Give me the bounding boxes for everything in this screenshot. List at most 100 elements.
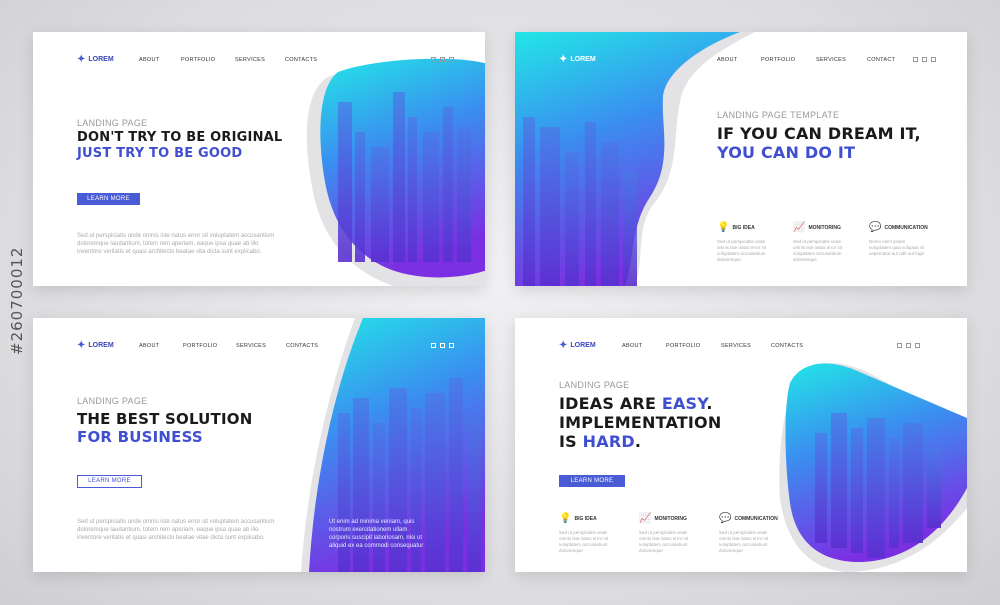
social-square-icon[interactable] [431, 343, 436, 348]
social-square-icon[interactable] [922, 57, 927, 62]
feature-title: BIG IDEA [732, 224, 755, 231]
nav-services[interactable]: SERVICES [235, 57, 285, 63]
social-square-icon[interactable] [915, 343, 920, 348]
nav-about[interactable]: ABOUT [622, 343, 666, 349]
logo-text: LOREM [570, 342, 596, 349]
nav-contacts[interactable]: CONTACTS [286, 343, 318, 349]
headline-line-2: JUST TRY TO BE GOOD [77, 145, 243, 161]
landing-card-1: ✦ LOREM ABOUT PORTFOLIO SERVICES CONTACTS… [33, 32, 485, 286]
headline-highlight: HARD [582, 432, 635, 452]
headline-text: . [634, 432, 642, 452]
headline-line-1: IF YOU CAN DREAM IT, [717, 124, 921, 143]
communication-icon: 💬 [719, 513, 732, 525]
eyebrow-text: LANDING PAGE [559, 380, 630, 390]
feature-big-idea: 💡 BIG IDEA Sed ut perspiciatis unde omnis… [559, 510, 617, 554]
lightbulb-icon: 💡 [717, 222, 730, 234]
star-logo-icon: ✦ [77, 54, 86, 65]
social-square-icon[interactable] [440, 343, 445, 348]
nav-contacts[interactable]: CONTACTS [771, 343, 803, 349]
feature-monitoring: 📈 MONITORING Sed ut perspiciatis unde omn… [793, 219, 851, 263]
stock-id-watermark: #260700012 [8, 246, 26, 355]
landing-card-3: ✦ LOREM ABOUT PORTFOLIO SERVICES CONTACTS… [33, 318, 485, 572]
logo-text: LOREM [88, 342, 114, 349]
headline-line-1: THE BEST SOLUTION [77, 410, 253, 428]
nav-services[interactable]: SERVICES [236, 343, 286, 349]
feature-desc: Sed ut perspiciatis unde omnis iste natu… [719, 530, 769, 554]
chart-icon: 📈 [793, 222, 806, 234]
social-icons [913, 57, 936, 62]
social-square-icon[interactable] [906, 343, 911, 348]
communication-icon: 💬 [869, 222, 882, 234]
nav-services[interactable]: SERVICES [816, 57, 867, 63]
learn-more-button[interactable]: LEARN MORE [559, 475, 625, 487]
learn-more-button[interactable]: LEARN MORE [77, 475, 142, 488]
chart-icon: 📈 [639, 513, 652, 525]
social-square-icon[interactable] [449, 57, 454, 62]
feature-desc: Nemo enim ipsam voluptatem quia voluptas… [869, 239, 925, 257]
feature-title: COMMUNICATION [734, 515, 778, 522]
headline-text: IS [559, 432, 583, 452]
star-logo-icon: ✦ [559, 340, 568, 351]
headline-line-2: YOU CAN DO IT [717, 143, 856, 163]
logo[interactable]: ✦ LOREM [559, 54, 596, 65]
feature-monitoring: 📈 MONITORING Sed ut perspiciatis unde omn… [639, 510, 697, 554]
landing-card-2: ✦ LOREM ABOUT PORTFOLIO SERVICES CONTACT … [515, 32, 967, 286]
nav-contacts[interactable]: CONTACTS [285, 57, 317, 63]
body-paragraph: Sed ut perspiciatis unde omnis iste natu… [77, 233, 275, 256]
nav-bar: ABOUT PORTFOLIO SERVICES CONTACTS [139, 343, 318, 349]
social-square-icon[interactable] [897, 343, 902, 348]
nav-services[interactable]: SERVICES [721, 343, 771, 349]
logo[interactable]: ✦ LOREM [559, 340, 596, 351]
headline: THE BEST SOLUTION FOR BUSINESS [77, 410, 252, 446]
feature-title: COMMUNICATION [884, 224, 928, 231]
feature-desc: Sed ut perspiciatis unde omnis iste natu… [717, 239, 767, 263]
star-logo-icon: ✦ [559, 54, 568, 65]
headline-text: IDEAS ARE [559, 394, 662, 413]
feature-communication: 💬 COMMUNICATION Nemo enim ipsam voluptate… [869, 219, 928, 257]
star-logo-icon: ✦ [77, 340, 86, 351]
social-square-icon[interactable] [913, 57, 918, 62]
headline-line-1: DON'T TRY TO BE ORIGINAL [77, 130, 283, 145]
eyebrow-text: LANDING PAGE [77, 118, 148, 128]
lightbulb-icon: 💡 [559, 513, 572, 525]
nav-about[interactable]: ABOUT [717, 57, 761, 63]
headline-highlight: EASY [661, 394, 707, 413]
feature-communication: 💬 COMMUNICATION Sed ut perspiciatis unde … [719, 510, 778, 554]
social-icons [431, 343, 454, 348]
feature-title: BIG IDEA [574, 515, 597, 522]
eyebrow-text: LANDING PAGE [77, 396, 148, 406]
headline: IF YOU CAN DREAM IT, YOU CAN DO IT [717, 124, 921, 162]
logo-text: LOREM [88, 56, 114, 63]
logo[interactable]: ✦ LOREM [77, 54, 114, 65]
logo[interactable]: ✦ LOREM [77, 340, 114, 351]
headline-line-2: IMPLEMENTATION [559, 413, 722, 433]
nav-contact[interactable]: CONTACT [867, 57, 895, 63]
nav-about[interactable]: ABOUT [139, 343, 183, 349]
nav-about[interactable]: ABOUT [139, 57, 181, 63]
nav-portfolio[interactable]: PORTFOLIO [761, 57, 816, 63]
feature-title: MONITORING [808, 224, 841, 231]
social-square-icon[interactable] [449, 343, 454, 348]
logo-text: LOREM [570, 56, 596, 63]
headline-line-2: FOR BUSINESS [77, 428, 203, 446]
body-paragraph: Sed ut perspiciatis unde omnis iste natu… [77, 519, 275, 542]
nav-portfolio[interactable]: PORTFOLIO [181, 57, 235, 63]
nav-bar: ABOUT PORTFOLIO SERVICES CONTACT [717, 57, 895, 63]
social-icons [431, 57, 454, 62]
social-square-icon[interactable] [440, 57, 445, 62]
feature-desc: Sed ut perspiciatis unde omnis iste natu… [639, 530, 689, 554]
nav-portfolio[interactable]: PORTFOLIO [666, 343, 721, 349]
social-square-icon[interactable] [931, 57, 936, 62]
nav-bar: ABOUT PORTFOLIO SERVICES CONTACTS [139, 57, 317, 63]
social-square-icon[interactable] [431, 57, 436, 62]
overlay-paragraph: Ut enim ad minima veniam, quis nostrum e… [329, 519, 424, 550]
eyebrow-text: LANDING PAGE TEMPLATE [717, 110, 840, 120]
social-icons [897, 343, 920, 348]
headline-text: . [706, 394, 713, 413]
nav-bar: ABOUT PORTFOLIO SERVICES CONTACTS [622, 343, 803, 349]
headline-line-1: IDEAS ARE EASY. [559, 394, 721, 413]
headline: DON'T TRY TO BE ORIGINAL JUST TRY TO BE … [77, 130, 282, 161]
landing-card-4: ✦ LOREM ABOUT PORTFOLIO SERVICES CONTACTS… [515, 318, 967, 572]
nav-portfolio[interactable]: PORTFOLIO [183, 343, 236, 349]
learn-more-button[interactable]: LEARN MORE [77, 193, 140, 205]
